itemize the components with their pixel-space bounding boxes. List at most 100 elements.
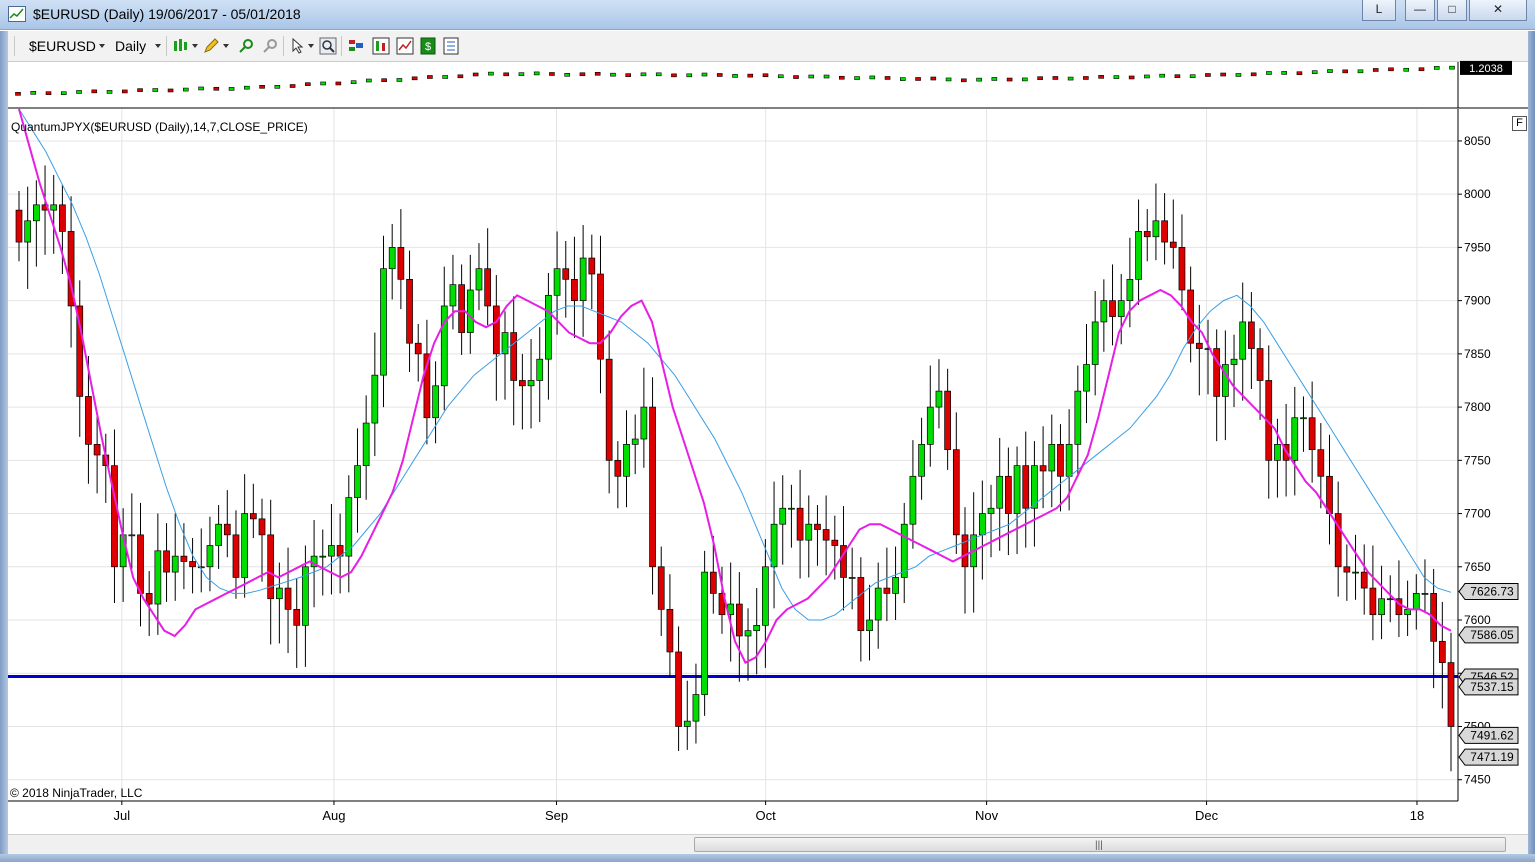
price-candle <box>610 72 616 77</box>
y-tick-label: 7450 <box>1464 773 1491 787</box>
candle-body <box>762 566 769 626</box>
price-candle <box>655 72 662 77</box>
y-tick-label: 7700 <box>1464 507 1491 521</box>
price-candle <box>1083 76 1089 80</box>
candle-body <box>371 374 379 424</box>
candle-body <box>1169 241 1177 248</box>
candle-body <box>944 390 951 451</box>
candle-body <box>276 587 283 600</box>
price-candle <box>869 75 876 80</box>
price-candle <box>640 72 647 77</box>
candle-body <box>458 284 465 333</box>
candle-body <box>831 539 839 546</box>
y-tick-label: 7900 <box>1464 294 1491 308</box>
candle-body <box>796 507 804 541</box>
price-candle <box>732 74 738 78</box>
price-candle <box>1067 76 1074 81</box>
price-candle <box>1372 68 1379 72</box>
price-tag-text: 7491.62 <box>1470 728 1514 742</box>
candle-body <box>814 523 821 530</box>
candle-body <box>380 268 387 376</box>
candle-body <box>1195 342 1203 349</box>
price-tags: 7626.737586.057546.527537.157491.627471.… <box>1458 583 1519 766</box>
candle-body <box>545 294 552 360</box>
price-candle <box>1433 66 1440 70</box>
candle-body <box>649 406 656 568</box>
indicator-grid <box>8 109 1458 801</box>
price-candle <box>701 72 708 77</box>
candle-body <box>1412 593 1420 610</box>
candle-body <box>1317 449 1325 477</box>
price-candle <box>671 73 677 78</box>
candle-body <box>623 444 630 477</box>
candle-body <box>466 289 474 333</box>
price-candle <box>76 90 82 94</box>
candle-body <box>952 449 960 536</box>
candle-body <box>1378 598 1385 616</box>
price-candle <box>1189 74 1196 79</box>
x-tick-label: Jul <box>114 808 131 823</box>
price-candle <box>45 91 52 95</box>
price-candle <box>1052 76 1059 80</box>
candle-body <box>1057 444 1064 477</box>
candle-body <box>59 204 66 232</box>
candle-body <box>1274 444 1281 461</box>
candle-body <box>640 406 648 440</box>
price-candle <box>137 88 143 92</box>
price-tag-text: 7626.73 <box>1470 585 1514 599</box>
candle-body <box>215 523 222 546</box>
candle-body <box>527 380 535 387</box>
price-candle <box>472 72 479 77</box>
price-candle <box>854 76 860 80</box>
candle-body <box>362 422 370 466</box>
candle-body <box>753 624 761 632</box>
candle-body <box>1300 417 1307 420</box>
candle-body <box>510 332 518 381</box>
price-candle <box>518 72 525 76</box>
candle-body <box>1013 465 1021 514</box>
candle-body <box>163 550 170 573</box>
price-candle <box>289 84 296 88</box>
candle-body <box>111 465 118 568</box>
candle-body <box>319 555 327 558</box>
price-candle <box>1403 67 1410 72</box>
float-panel-button[interactable]: F <box>1512 116 1527 131</box>
price-tag-text: 7471.19 <box>1470 750 1514 764</box>
candle-body <box>1022 465 1030 509</box>
candle-body <box>1152 220 1160 238</box>
price-candle <box>838 75 845 80</box>
candle-body <box>406 278 413 344</box>
candle-body <box>1143 231 1151 238</box>
price-candle <box>121 89 128 94</box>
candle-body <box>50 204 58 211</box>
price-candle <box>1098 75 1104 79</box>
horizontal-scrollbar[interactable]: ||| <box>8 834 1528 854</box>
candle-body <box>180 555 188 562</box>
price-candle <box>1281 71 1287 75</box>
candle-body <box>579 257 587 301</box>
candle-body <box>388 247 396 270</box>
candle-body <box>206 545 214 568</box>
scrollbar-grip-icon: ||| <box>1095 840 1103 851</box>
candle-body <box>223 523 231 536</box>
candle-body <box>171 555 179 573</box>
scrollbar-thumb[interactable]: ||| <box>694 837 1506 852</box>
x-tick-label: Oct <box>756 808 777 823</box>
price-candle <box>228 87 235 91</box>
price-candle <box>1357 69 1364 74</box>
price-candle <box>30 91 37 95</box>
candle-body <box>414 342 422 355</box>
candle-body <box>1065 444 1073 477</box>
candle-body <box>909 475 917 525</box>
price-candle <box>549 72 555 76</box>
x-tick-label: Sep <box>545 808 568 823</box>
candle-body <box>128 534 136 537</box>
price-candle <box>1388 67 1394 72</box>
price-candle <box>1220 72 1226 77</box>
price-candle <box>1418 67 1425 72</box>
price-candle <box>1235 73 1242 77</box>
price-candle <box>488 71 494 76</box>
price-candle <box>1022 77 1028 82</box>
candle-body <box>1343 566 1351 573</box>
candle-body <box>1091 321 1099 365</box>
